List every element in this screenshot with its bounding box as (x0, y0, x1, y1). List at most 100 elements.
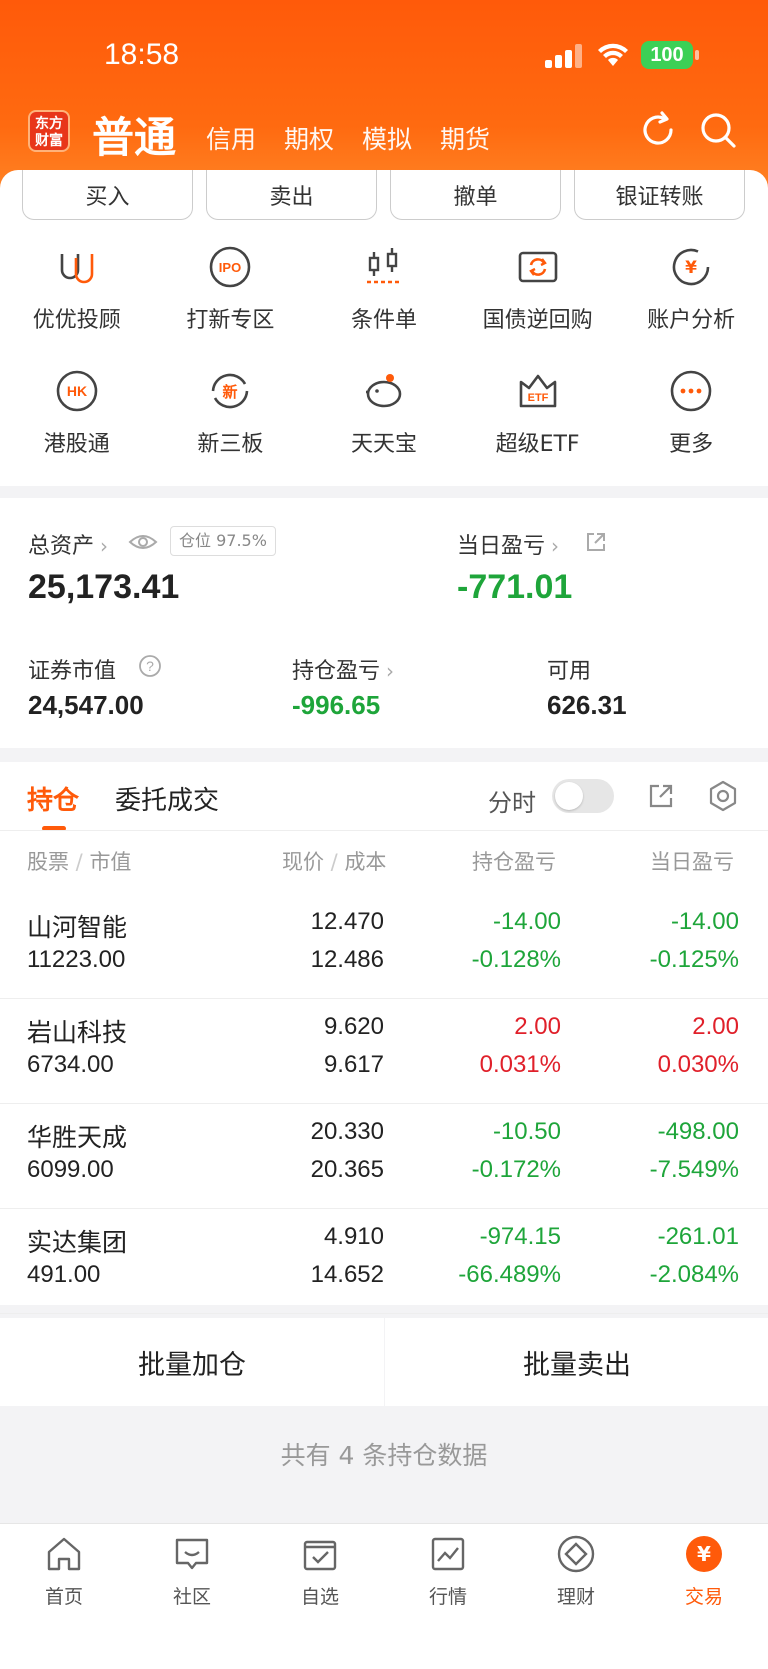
position-pl: -974.15 (479, 1223, 561, 1250)
current-price: 9.620 (323, 1013, 384, 1040)
tab-orders[interactable]: 委托成交 (115, 780, 219, 817)
cost-price: 14.652 (310, 1261, 384, 1288)
community-icon (175, 1538, 209, 1570)
total-assets-value: 25,173.41 (28, 568, 180, 606)
stock-name: 实达集团 (27, 1228, 128, 1257)
stock-market-value: 11223.00 (27, 946, 126, 973)
nav-market[interactable]: 行情 (384, 1534, 512, 1609)
table-row[interactable]: 山河智能 11223.00 12.470 12.486 -14.00 -0.128% -14… (0, 894, 768, 999)
svg-text:¥: ¥ (685, 258, 697, 278)
market-icon (431, 1537, 465, 1571)
batch-add-button[interactable]: 批量加仓 (0, 1318, 384, 1406)
chevron-right-icon: › (386, 659, 395, 683)
col-header-stock: 股票 / 市值 (27, 850, 132, 874)
divider (0, 830, 768, 831)
nav-wealth[interactable]: 理财 (512, 1534, 640, 1609)
buy-button[interactable]: 买入 (22, 170, 193, 220)
available-value: 626.31 (547, 690, 627, 720)
battery-indicator: 100 (641, 41, 699, 69)
svg-text:?: ? (146, 658, 154, 674)
cost-price: 12.486 (310, 946, 384, 973)
eye-icon[interactable] (128, 530, 158, 554)
day-pl-pct: 0.030% (657, 1051, 739, 1078)
day-pl: -14.00 (670, 908, 739, 935)
bottom-nav: 首页 社区 自选 行情 理财 ¥ 交易 (0, 1523, 768, 1669)
day-pl: 2.00 (692, 1013, 739, 1040)
table-row[interactable]: 华胜天成 6099.00 20.330 20.365 -10.50 -0.172% -498… (0, 1104, 768, 1209)
hk-icon: HK (56, 370, 98, 412)
stock-name: 华胜天成 (27, 1123, 128, 1152)
daily-pl-label[interactable]: 当日盈亏 › (457, 528, 559, 560)
position-pl-pct: -66.489% (458, 1261, 561, 1288)
total-assets-label[interactable]: 总资产 › (28, 528, 108, 560)
position-ratio-badge: 仓位 97.5% (170, 526, 276, 556)
refresh-icon[interactable] (638, 110, 678, 150)
chevron-right-icon: › (100, 534, 109, 558)
nav-community[interactable]: 社区 (128, 1534, 256, 1609)
table-row[interactable]: 实达集团 491.00 4.910 14.652 -974.15 -66.489% -261… (0, 1209, 768, 1314)
share-icon[interactable] (584, 530, 608, 554)
batch-sell-button[interactable]: 批量卖出 (385, 1318, 768, 1406)
day-pl: -261.01 (657, 1223, 739, 1250)
tab-credit[interactable]: 信用 (206, 120, 256, 156)
nav-home[interactable]: 首页 (0, 1534, 128, 1609)
svg-text:¥: ¥ (697, 1542, 711, 1566)
col-header-day-pl: 当日盈亏 (650, 850, 734, 874)
market-value: 24,547.00 (28, 690, 144, 720)
tab-futures[interactable]: 期货 (440, 120, 490, 156)
svg-text:IPO: IPO (219, 260, 241, 275)
grid-item-youyou[interactable]: 优优投顾 (0, 240, 154, 364)
repo-icon (518, 251, 557, 283)
new-board-icon: 新 (212, 373, 249, 409)
daily-pl-value: -771.01 (457, 568, 573, 606)
tab-simulation[interactable]: 模拟 (362, 120, 412, 156)
position-pl-pct: 0.031% (479, 1051, 561, 1078)
grid-item-conditional-order[interactable]: 条件单 (307, 240, 461, 364)
svg-text:HK: HK (67, 383, 87, 399)
app-logo: 东方 财富 (28, 110, 70, 152)
svg-text:新: 新 (223, 383, 238, 401)
current-price: 12.470 (310, 908, 384, 935)
tab-holdings[interactable]: 持仓 (27, 780, 79, 817)
piggy-bank-icon (365, 374, 402, 408)
settings-icon[interactable] (707, 780, 739, 812)
grid-item-ipo[interactable]: IPO 打新专区 (154, 240, 308, 364)
position-pl-label[interactable]: 持仓盈亏 › (292, 653, 394, 685)
day-pl-pct: -7.549% (649, 1156, 739, 1183)
help-icon[interactable]: ? (138, 654, 162, 678)
grid-item-super-etf[interactable]: ETF 超级ETF (461, 364, 615, 488)
available-label: 可用 (547, 659, 592, 684)
wifi-icon (598, 43, 628, 66)
share-icon[interactable] (647, 782, 675, 810)
table-row[interactable]: 岩山科技 6734.00 9.620 9.617 2.00 0.031% 2.00 0.030… (0, 999, 768, 1104)
current-price: 20.330 (310, 1118, 384, 1145)
more-icon (670, 370, 712, 412)
bank-transfer-button[interactable]: 银证转账 (574, 170, 745, 220)
etf-icon: ETF (519, 374, 556, 408)
tab-normal[interactable]: 普通 (92, 104, 176, 165)
col-header-position-pl: 持仓盈亏 (472, 850, 556, 874)
search-icon[interactable] (698, 110, 738, 150)
grid-item-more[interactable]: 更多 (614, 364, 768, 488)
nav-watchlist[interactable]: 自选 (256, 1534, 384, 1609)
nav-trade[interactable]: ¥ 交易 (640, 1534, 768, 1609)
intraday-toggle[interactable] (552, 779, 614, 813)
tab-options[interactable]: 期权 (284, 120, 334, 156)
grid-item-repo[interactable]: 国债逆回购 (461, 240, 615, 364)
position-pl: -14.00 (492, 908, 561, 935)
sell-button[interactable]: 卖出 (206, 170, 377, 220)
cancel-order-button[interactable]: 撤单 (390, 170, 561, 220)
grid-item-hk-connect[interactable]: HK 港股通 (0, 364, 154, 488)
wealth-icon (557, 1535, 595, 1573)
intraday-label: 分时 (488, 789, 536, 817)
current-price: 4.910 (323, 1223, 384, 1250)
home-icon (47, 1537, 81, 1571)
stock-market-value: 6734.00 (27, 1051, 114, 1078)
grid-item-tiantianbao[interactable]: 天天宝 (307, 364, 461, 488)
signal-icon (545, 44, 583, 68)
ipo-icon: IPO (210, 246, 251, 288)
status-time: 18:58 (104, 38, 180, 71)
svg-text:ETF: ETF (527, 392, 548, 404)
grid-item-account-analysis[interactable]: ¥ 账户分析 (614, 240, 768, 364)
grid-item-new-third-board[interactable]: 新 新三板 (154, 364, 308, 488)
